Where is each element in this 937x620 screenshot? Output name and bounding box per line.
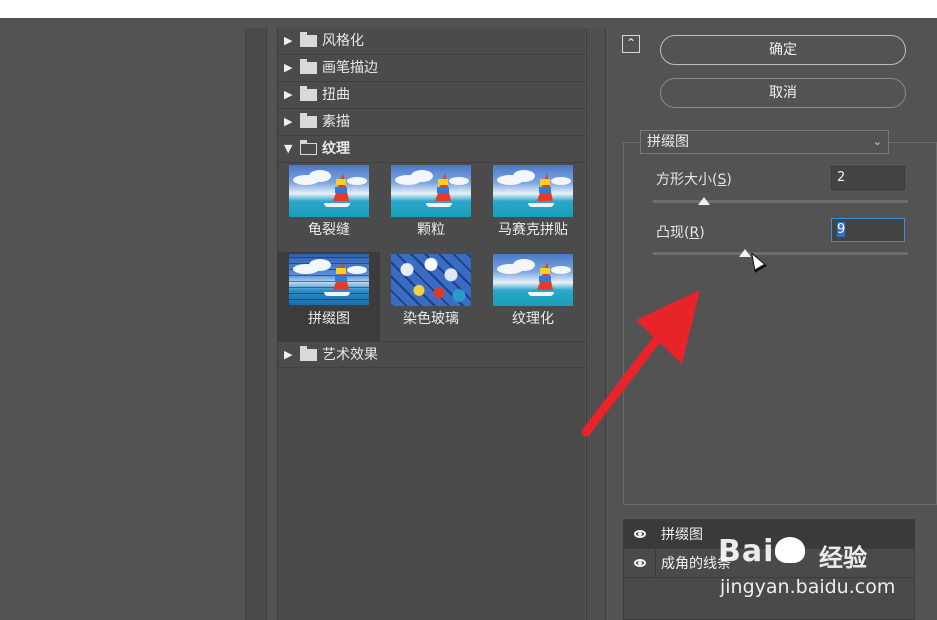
filter-select[interactable]: 拼缀图 ⌄ <box>640 130 889 154</box>
filter-label: 马赛克拼贴 <box>498 222 568 238</box>
square-size-slider-handle[interactable] <box>698 197 710 205</box>
square-size-slider-track[interactable] <box>653 200 908 203</box>
filter-thumb-1[interactable]: 颗粒 <box>380 163 482 252</box>
category-top-0[interactable]: ▶ 风格化 <box>278 28 585 55</box>
square-size-value: 2 <box>837 170 846 185</box>
layer-name: 拼缀图 <box>661 527 703 543</box>
triangle-right-icon: ▶ <box>284 88 293 101</box>
filter-thumb-5[interactable]: 纹理化 <box>482 252 584 341</box>
filter-preview-image <box>493 254 573 306</box>
top-bar <box>0 0 937 18</box>
category-top-4[interactable]: ▼ 纹理 <box>278 136 585 163</box>
preview-area[interactable] <box>0 28 245 620</box>
filter-thumb-3[interactable]: 拼缀图 <box>278 252 380 341</box>
filter-thumb-4[interactable]: 染色玻璃 <box>380 252 482 341</box>
filter-label: 纹理化 <box>512 311 554 327</box>
ok-button[interactable]: 确定 <box>660 35 906 65</box>
filter-thumb-2[interactable]: 马赛克拼贴 <box>482 163 584 252</box>
category-top-2[interactable]: ▶ 扭曲 <box>278 82 585 109</box>
filter-label: 颗粒 <box>417 222 445 238</box>
filter-label: 龟裂缝 <box>308 222 350 238</box>
folder-icon <box>300 32 317 47</box>
square-size-input[interactable]: 2 <box>831 166 905 190</box>
filter-select-value: 拼缀图 <box>647 134 689 150</box>
category-label: 风格化 <box>322 33 364 49</box>
relief-value: 9 <box>837 222 846 237</box>
category-label: 画笔描边 <box>322 60 378 76</box>
filter-preview-image <box>391 254 471 306</box>
filter-gallery: ▶ 风格化 ▶ 画笔描边 ▶ 扭曲 ▶ 素描 ▼ 纹理 龟裂缝 颗粒 马赛克拼贴 拼缀图 染色玻璃 纹理化 … <box>277 28 585 620</box>
paw-icon <box>775 537 806 563</box>
category-label: 纹理 <box>322 141 350 157</box>
triangle-right-icon: ▶ <box>284 34 293 47</box>
square-size-text: 方形大小 <box>656 172 712 188</box>
collapse-gallery-icon[interactable]: ⌃ <box>622 35 640 53</box>
triangle-right-icon: ▶ <box>284 347 293 361</box>
watermark-brand-left: Bai <box>718 534 775 569</box>
category-label: 扭曲 <box>322 87 350 103</box>
folder-icon <box>300 59 317 74</box>
triangle-right-icon: ▶ <box>284 115 293 128</box>
square-size-label: 方形大小(S) <box>656 172 732 188</box>
relief-text: 凸现 <box>656 225 684 241</box>
filter-label: 染色玻璃 <box>403 311 459 327</box>
baidu-jingyan-watermark: Bai 经验 jingyan.baidu.com <box>718 530 918 610</box>
folder-open-icon <box>299 140 317 155</box>
triangle-right-icon: ▶ <box>284 61 293 74</box>
preview-scrollbar[interactable] <box>245 28 267 620</box>
filter-thumb-0[interactable]: 龟裂缝 <box>278 163 380 252</box>
relief-label: 凸现(R) <box>656 225 705 241</box>
folder-icon <box>300 113 317 128</box>
category-label: 艺术效果 <box>322 346 378 363</box>
cancel-button[interactable]: 取消 <box>660 78 906 108</box>
watermark-url: jingyan.baidu.com <box>720 576 896 598</box>
category-top-1[interactable]: ▶ 画笔描边 <box>278 55 585 82</box>
relief-input[interactable]: 9 <box>831 218 905 242</box>
category-bottom-0[interactable]: ▶ 艺术效果 <box>278 341 585 368</box>
filter-preview-image <box>493 165 573 217</box>
filter-preview-image <box>289 165 369 217</box>
folder-icon <box>300 86 317 101</box>
filter-label: 拼缀图 <box>308 311 350 327</box>
watermark-brand-right: 经验 <box>819 544 867 572</box>
folder-icon <box>300 345 317 361</box>
relief-hotkey: R <box>689 225 700 241</box>
filter-preview-image <box>289 254 369 306</box>
category-top-3[interactable]: ▶ 素描 <box>278 109 585 136</box>
relief-slider-track[interactable] <box>653 252 908 255</box>
category-label: 素描 <box>322 114 350 130</box>
square-size-hotkey: S <box>717 172 727 188</box>
chevron-down-icon: ⌄ <box>872 135 882 148</box>
red-arrow-icon <box>581 290 700 437</box>
eye-icon[interactable] <box>624 548 656 578</box>
filter-preview-image <box>391 165 471 217</box>
eye-icon[interactable] <box>624 519 656 549</box>
triangle-down-icon: ▼ <box>284 142 293 155</box>
